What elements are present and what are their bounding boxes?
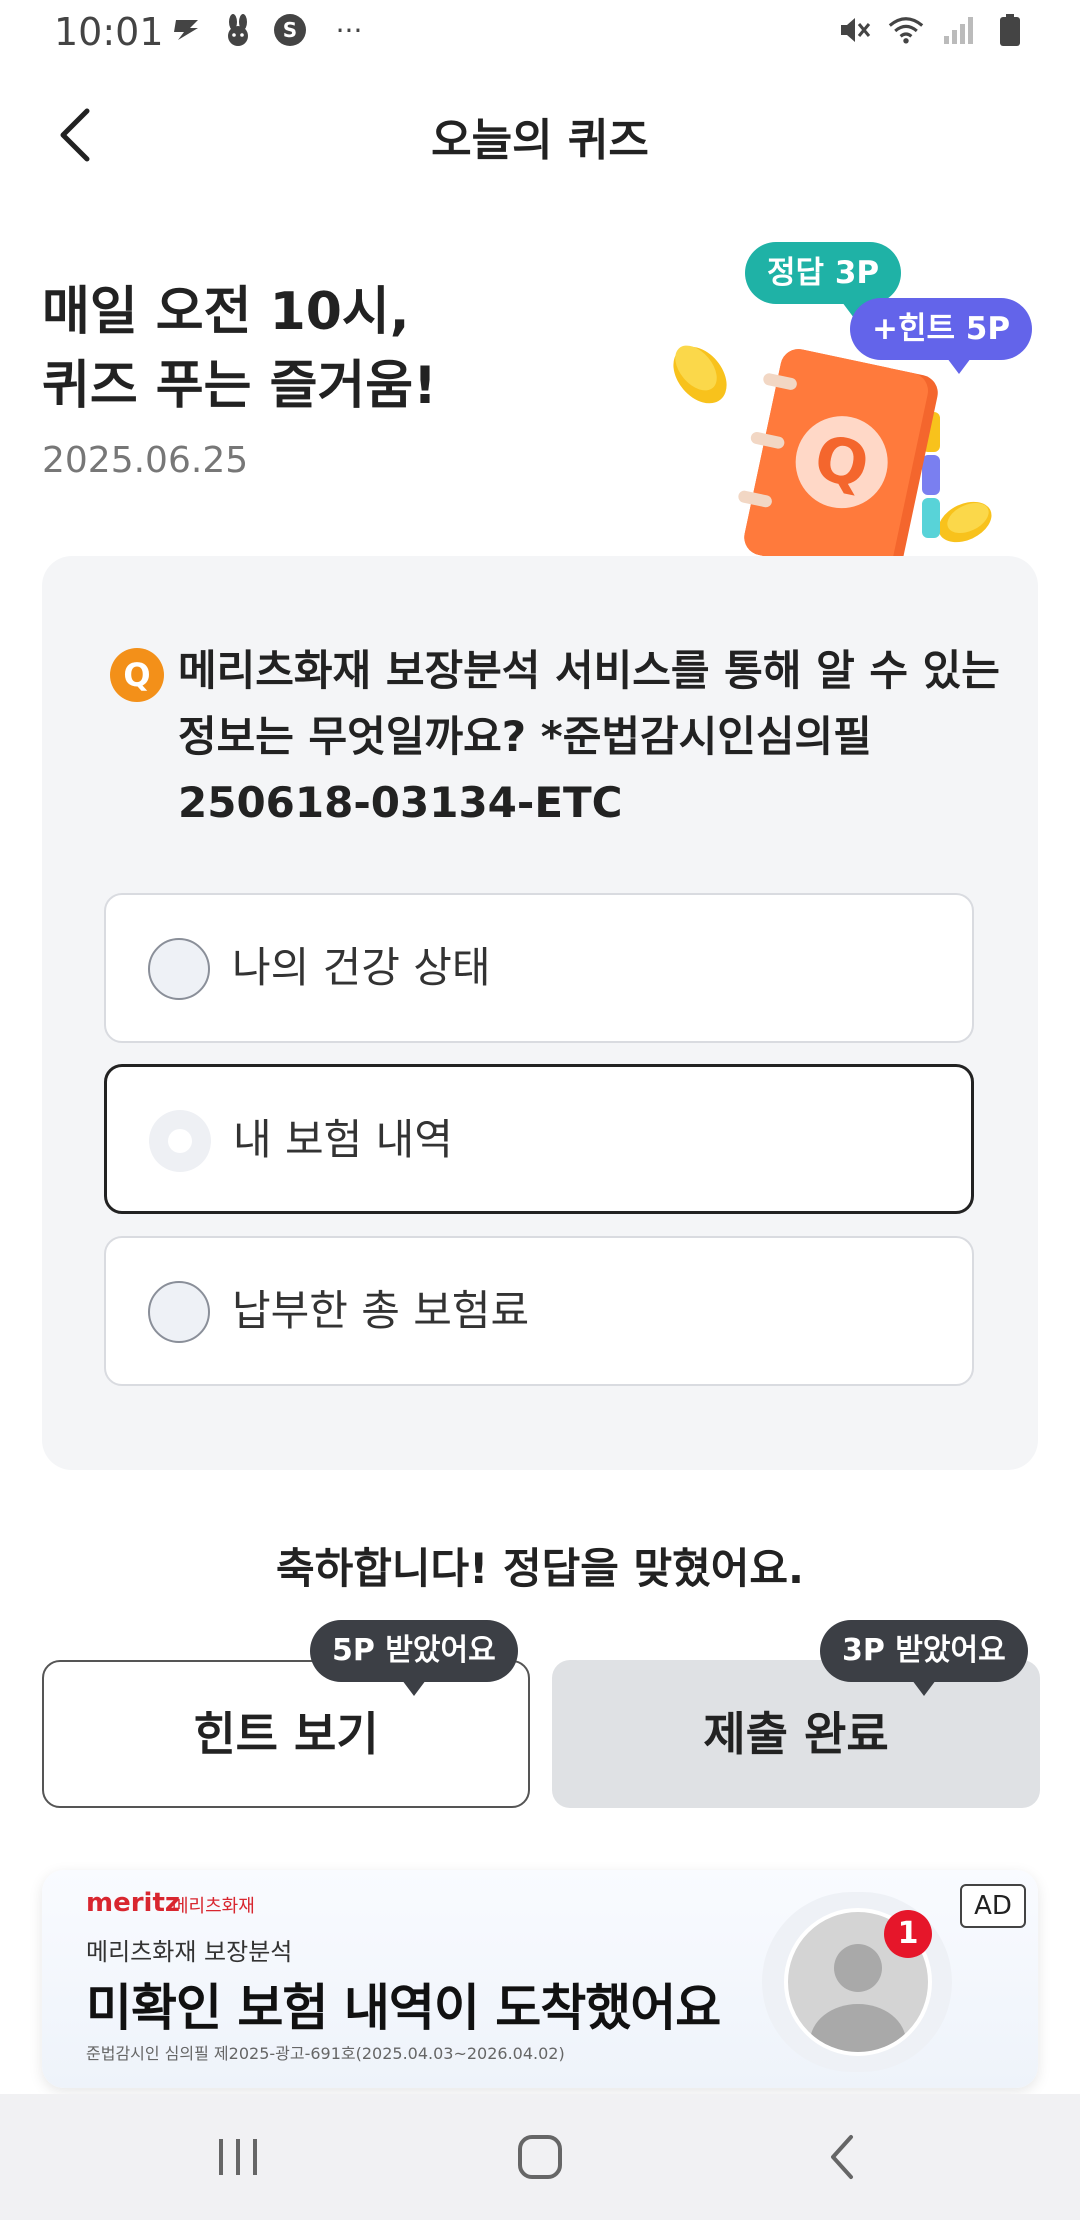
option-label: 납부한 총 보험료 bbox=[232, 1286, 530, 1335]
svg-text:S: S bbox=[283, 18, 297, 42]
status-notification-icons: S ··· bbox=[168, 12, 374, 48]
ad-banner[interactable]: meritz 메리츠화재 메리츠화재 보장분석 미확인 보험 내역이 도착했어요… bbox=[42, 1870, 1038, 2088]
wifi-icon bbox=[888, 12, 924, 48]
hint-points-bubble: +힌트 5P bbox=[850, 298, 1033, 374]
more-dots-icon: ··· bbox=[335, 13, 363, 47]
hint-button[interactable]: 힌트 보기 bbox=[42, 1660, 530, 1808]
hero-title: 매일 오전 10시, 퀴즈 푸는 즐거움! bbox=[42, 275, 642, 423]
radio-unselected-icon[interactable] bbox=[148, 1281, 210, 1343]
status-system-icons bbox=[836, 12, 1028, 48]
answer-points-bubble: 정답 3P bbox=[745, 242, 902, 318]
app-bar: 오늘의 퀴즈 bbox=[0, 80, 1080, 190]
battery-icon bbox=[992, 12, 1028, 48]
option-3[interactable]: 납부한 총 보험료 bbox=[104, 1236, 974, 1386]
recents-button[interactable] bbox=[178, 2112, 298, 2202]
ad-brand-name: 메리츠화재 bbox=[172, 1896, 255, 1917]
hero-title-line1: 매일 오전 10시, bbox=[42, 282, 410, 342]
radio-selected-icon[interactable] bbox=[149, 1110, 211, 1172]
option-label: 나의 건강 상태 bbox=[232, 943, 491, 992]
back-icon bbox=[831, 2135, 853, 2179]
quiz-card: Q 메리츠화재 보장분석 서비스를 통해 알 수 있는 정보는 무엇일까요? *… bbox=[42, 556, 1038, 1470]
ad-subtitle: 메리츠화재 보장분석 bbox=[86, 1938, 293, 1966]
ad-brand-logo: meritz bbox=[86, 1888, 181, 1918]
question-text: 메리츠화재 보장분석 서비스를 통해 알 수 있는 정보는 무엇일까요? *준법… bbox=[178, 646, 1000, 827]
ad-fine-print: 준법감시인 심의필 제2025-광고-691호(2025.04.03~2026.… bbox=[86, 2044, 565, 2063]
radio-unselected-icon[interactable] bbox=[148, 938, 210, 1000]
system-nav-bar bbox=[0, 2094, 1080, 2220]
recents-icon bbox=[219, 2139, 257, 2175]
hero-title-line2: 퀴즈 푸는 즐거움! bbox=[42, 356, 437, 416]
system-back-button[interactable] bbox=[782, 2112, 902, 2202]
signal-icon bbox=[940, 12, 976, 48]
option-label: 내 보험 내역 bbox=[233, 1115, 453, 1164]
option-1[interactable]: 나의 건강 상태 bbox=[104, 893, 974, 1043]
ad-tag: AD bbox=[960, 1884, 1026, 1928]
home-icon bbox=[518, 2135, 562, 2179]
home-button[interactable] bbox=[480, 2112, 600, 2202]
s-app-icon bbox=[168, 12, 204, 48]
result-message: 축하합니다! 정답을 맞혔어요. bbox=[275, 1544, 805, 1593]
option-2[interactable]: 내 보험 내역 bbox=[104, 1064, 974, 1214]
question-badge: Q bbox=[110, 648, 164, 702]
ad-headline: 미확인 보험 내역이 도착했어요 bbox=[86, 1979, 721, 2037]
page-title: 오늘의 퀴즈 bbox=[431, 115, 649, 166]
hint-earned-tooltip: 5P 받았어요 bbox=[310, 1620, 518, 1696]
s-circle-app-icon: S bbox=[272, 12, 308, 48]
rabbit-app-icon bbox=[220, 12, 256, 48]
quiz-date: 2025.06.25 bbox=[42, 440, 249, 481]
submit-earned-tooltip: 3P 받았어요 bbox=[820, 1620, 1028, 1696]
status-time: 10:01 bbox=[54, 10, 164, 54]
submit-button[interactable]: 제출 완료 bbox=[552, 1660, 1040, 1808]
notification-badge: 1 bbox=[884, 1910, 932, 1958]
status-bar: 10:01 S ··· bbox=[0, 0, 1080, 64]
mute-icon bbox=[836, 12, 872, 48]
